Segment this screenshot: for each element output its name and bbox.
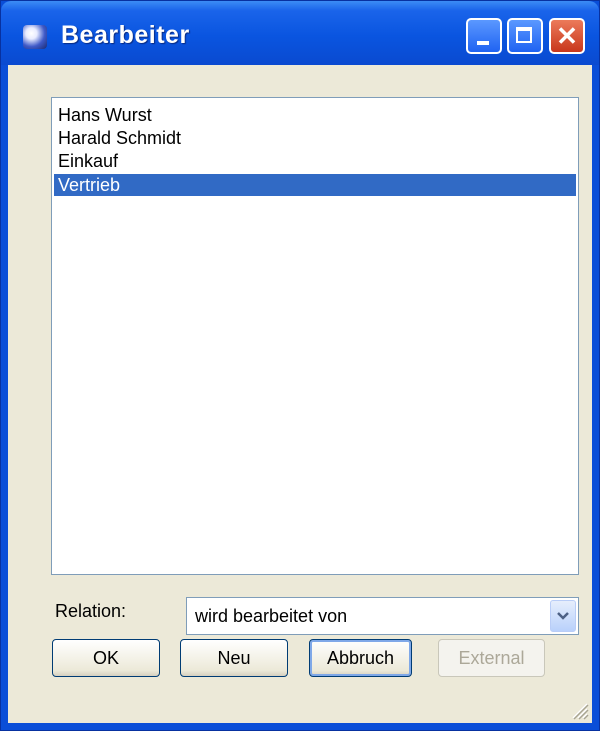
maximize-icon [516,27,532,43]
minimize-button[interactable] [466,18,502,54]
close-icon: ✕ [556,21,578,51]
list-item[interactable]: Harald Schmidt [54,127,576,149]
relation-label: Relation: [55,601,127,621]
relation-value: wird bearbeitet von [195,606,348,626]
list-item[interactable]: Hans Wurst [54,104,576,126]
dropdown-button[interactable] [550,600,576,632]
chevron-down-icon [557,612,569,620]
app-icon[interactable] [23,25,47,49]
dialog-client-area: Hans Wurst Harald Schmidt Einkauf Vertri… [8,65,592,723]
minimize-icon [477,41,489,45]
list-item[interactable]: Einkauf [54,150,576,172]
cancel-button[interactable]: Abbruch [309,639,412,677]
ok-button[interactable]: OK [52,639,160,677]
new-button[interactable]: Neu [180,639,288,677]
external-button: External [438,639,545,677]
maximize-button[interactable] [507,18,543,54]
relation-dropdown[interactable]: wird bearbeitet von [186,597,579,635]
window-title: Bearbeiter [61,21,190,49]
editor-listbox[interactable]: Hans Wurst Harald Schmidt Einkauf Vertri… [51,97,579,575]
close-button[interactable]: ✕ [549,18,585,54]
list-item-selected[interactable]: Vertrieb [54,174,576,196]
resize-grip-icon[interactable] [569,700,589,720]
dialog-window: Bearbeiter ✕ Hans Wurst Harald Schmidt E… [0,0,600,731]
title-bar[interactable]: Bearbeiter ✕ [1,1,599,65]
